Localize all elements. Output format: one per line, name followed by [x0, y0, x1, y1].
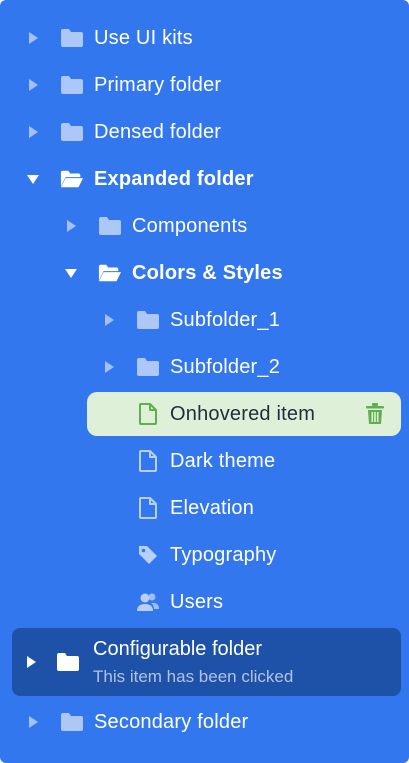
- folder-icon: [60, 121, 84, 143]
- tree-item-subfolder-2[interactable]: Subfolder_2: [0, 345, 409, 389]
- caret-down-icon[interactable]: [26, 172, 40, 186]
- trash-icon[interactable]: [363, 402, 387, 426]
- tree-item-primary-folder[interactable]: Primary folder: [0, 63, 409, 107]
- caret-right-icon[interactable]: [102, 313, 116, 327]
- caret-right-icon[interactable]: [102, 360, 116, 374]
- folder-open-icon: [60, 168, 84, 190]
- tree-item-label: Densed folder: [94, 120, 222, 143]
- file-icon: [136, 497, 160, 519]
- tree-item-use-ui-kits[interactable]: Use UI kits: [0, 16, 409, 60]
- file-icon: [136, 403, 160, 425]
- caret-right-icon[interactable]: [26, 655, 36, 669]
- tree-item-label: Use UI kits: [94, 26, 193, 49]
- tree-item-label: Subfolder_1: [170, 308, 281, 331]
- tree-item-onhovered[interactable]: Onhovered item: [0, 392, 409, 436]
- tree-item-configurable-folder[interactable]: Configurable folder This item has been c…: [93, 638, 293, 687]
- tree-item-expanded-folder[interactable]: Expanded folder: [0, 157, 409, 201]
- tree-item-label: Dark theme: [170, 449, 276, 472]
- folder-icon: [98, 215, 122, 237]
- tree-item-elevation[interactable]: Elevation: [0, 486, 409, 530]
- caret-right-icon[interactable]: [26, 31, 40, 45]
- tree-item-label: Expanded folder: [94, 167, 254, 190]
- file-icon: [136, 450, 160, 472]
- folder-open-icon: [98, 262, 122, 284]
- tree-item-colors-styles[interactable]: Colors & Styles: [0, 251, 409, 295]
- caret-right-icon[interactable]: [26, 125, 40, 139]
- tree-item-label: Secondary folder: [94, 710, 249, 733]
- folder-icon: [136, 309, 160, 331]
- users-icon: [136, 591, 160, 613]
- folder-icon: [60, 711, 84, 733]
- tree-item-subfolder-1[interactable]: Subfolder_1: [0, 298, 409, 342]
- tree-item-secondary-folder[interactable]: Secondary folder: [0, 700, 409, 744]
- caret-down-icon[interactable]: [64, 266, 78, 280]
- tree-item-sublabel: This item has been clicked: [93, 667, 294, 686]
- tree-item-label: Components: [132, 214, 248, 237]
- tree-item-dark-theme[interactable]: Dark theme: [0, 439, 409, 483]
- tree-item-label: Colors & Styles: [132, 261, 283, 284]
- tree-item-label: Configurable folder: [93, 638, 262, 660]
- caret-right-icon[interactable]: [26, 715, 40, 729]
- tree-item-configurable-folder-icons[interactable]: [0, 640, 79, 684]
- folder-icon: [56, 651, 80, 673]
- tree-item-label: Elevation: [170, 496, 255, 519]
- tree-item-users[interactable]: Users: [0, 580, 409, 624]
- tree-item-label: Primary folder: [94, 73, 222, 96]
- tree-item-densed-folder[interactable]: Densed folder: [0, 110, 409, 154]
- tree-item-components[interactable]: Components: [0, 204, 409, 248]
- tree-item-label: Typography: [170, 543, 277, 566]
- folder-icon: [136, 356, 160, 378]
- tag-icon: [136, 544, 160, 566]
- tree-item-label: Users: [170, 590, 224, 613]
- folder-icon: [60, 74, 84, 96]
- tree-item-label: Onhovered item: [170, 402, 316, 425]
- caret-right-icon[interactable]: [64, 219, 78, 233]
- tree-item-label: Subfolder_2: [170, 355, 281, 378]
- folder-icon: [60, 27, 84, 49]
- tree-item-typography[interactable]: Typography: [0, 533, 409, 577]
- caret-right-icon[interactable]: [26, 78, 40, 92]
